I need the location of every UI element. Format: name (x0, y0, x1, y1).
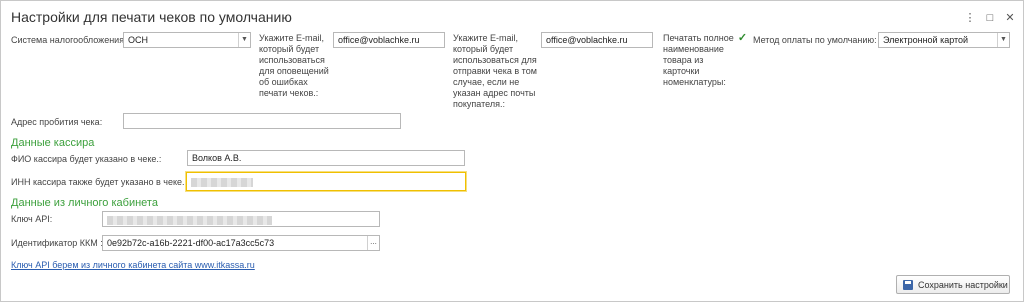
kkm-id-value: 0e92b72c-a16b-2221-df00-ac17a3cc5c73 (107, 238, 275, 248)
tax-system-value: ОСН (128, 35, 148, 45)
browse-button[interactable]: ... (367, 236, 379, 250)
redacted-value (191, 178, 253, 188)
tax-system-label: Система налогообложения: (11, 35, 127, 45)
email-notify-label: Укажите E-mail, который будет использова… (259, 33, 329, 98)
floppy-disk-icon (903, 279, 913, 290)
account-section-title: Данные из личного кабинета (11, 197, 158, 209)
close-icon[interactable]: ✕ (1003, 11, 1017, 25)
print-full-name-label: Печатать полное наименование товара из к… (663, 33, 734, 87)
cashier-inn-field[interactable] (186, 172, 466, 191)
cashier-section-title: Данные кассира (11, 137, 95, 149)
redacted-value (107, 216, 272, 226)
cashier-fio-value: Волков А.В. (192, 153, 242, 163)
cashier-fio-field[interactable]: Волков А.В. (187, 150, 465, 166)
kkm-id-label: Идентификатор ККМ : (11, 238, 103, 248)
print-full-name-checkbox[interactable]: ✓ (737, 33, 748, 44)
email-receipt-value: office@voblachke.ru (546, 35, 628, 45)
more-menu-icon[interactable]: ⋮ (963, 11, 977, 25)
email-receipt-label: Укажите E-mail, который будет использова… (453, 33, 537, 109)
payment-method-label: Метод оплаты по умолчанию: (753, 35, 877, 45)
cashier-fio-label: ФИО кассира будет указано в чеке.: (11, 154, 162, 164)
payment-method-select[interactable]: Электронной картой ▼ (878, 32, 1010, 48)
chevron-down-icon[interactable]: ▼ (997, 33, 1009, 47)
email-receipt-field[interactable]: office@voblachke.ru (541, 32, 653, 48)
email-notify-value: office@voblachke.ru (338, 35, 420, 45)
address-label: Адрес пробития чека: (11, 117, 103, 127)
api-key-field[interactable] (102, 211, 380, 227)
maximize-icon[interactable]: □ (983, 11, 997, 25)
payment-method-value: Электронной картой (883, 35, 969, 45)
window-title: Настройки для печати чеков по умолчанию (11, 9, 292, 25)
itkassa-link[interactable]: Ключ API берем из личного кабинета сайта… (11, 260, 255, 270)
email-notify-field[interactable]: office@voblachke.ru (333, 32, 445, 48)
save-settings-label: Сохранить настройки (918, 279, 1008, 290)
cashier-inn-label: ИНН кассира также будет указано в чеке.: (11, 177, 188, 187)
api-key-label: Ключ API: (11, 214, 53, 224)
chevron-down-icon[interactable]: ▼ (238, 33, 250, 47)
address-field[interactable] (123, 113, 401, 129)
kkm-id-field[interactable]: 0e92b72c-a16b-2221-df00-ac17a3cc5c73 ... (102, 235, 380, 251)
settings-window: Настройки для печати чеков по умолчанию … (0, 0, 1024, 302)
save-settings-button[interactable]: Сохранить настройки (896, 275, 1010, 294)
tax-system-select[interactable]: ОСН ▼ (123, 32, 251, 48)
